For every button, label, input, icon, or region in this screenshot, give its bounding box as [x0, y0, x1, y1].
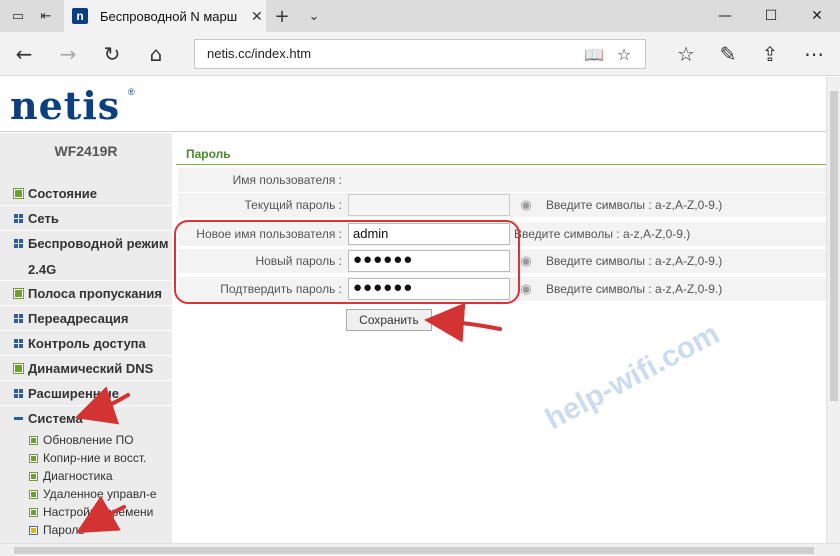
tab-actions-icon[interactable]: ▭ — [8, 6, 28, 26]
address-text: netis.cc/index.htm — [207, 46, 312, 61]
title-bar: ▭ ⇤ n Беспроводной N марш ✕ + ⌄ — ☐ ✕ — [0, 0, 840, 32]
close-window-icon[interactable]: ✕ — [794, 0, 840, 32]
model-name: WF2419R — [54, 143, 118, 159]
address-bar[interactable]: netis.cc/index.htm 📖 ☆ — [194, 39, 646, 69]
back-arrow-icon[interactable]: ← — [10, 41, 38, 67]
row-username: Имя пользователя : — [178, 168, 826, 192]
sidebar-item-forwarding[interactable]: Переадресация — [14, 311, 128, 326]
grid-icon — [14, 239, 23, 248]
tab-list-chevron-icon[interactable]: ⌄ — [304, 6, 324, 26]
sidebar-subitem-time[interactable]: Настройка времени — [29, 505, 153, 519]
eye-icon[interactable]: ◉ — [518, 197, 534, 213]
green-square-icon — [13, 363, 24, 374]
header-divider — [0, 131, 826, 132]
minimize-icon[interactable]: — — [702, 0, 748, 32]
netis-favicon-icon: n — [72, 8, 88, 24]
refresh-icon[interactable]: ↻ — [98, 41, 126, 67]
eye-icon[interactable]: ◉ — [518, 253, 534, 269]
eye-icon[interactable]: ◉ — [518, 281, 534, 297]
grid-icon — [14, 389, 23, 398]
home-icon[interactable]: ⌂ — [142, 41, 170, 67]
current-password-field[interactable] — [348, 194, 510, 216]
minus-icon — [14, 414, 23, 423]
forward-arrow-icon[interactable]: → — [54, 41, 82, 67]
netis-logo: netis — [10, 83, 121, 128]
confirm-password-hint: Введите символы : a-z,A-Z,0-9.) — [546, 282, 723, 296]
sidebar-subitem-password[interactable]: Пароль — [29, 523, 85, 537]
green-square-icon — [29, 453, 38, 463]
new-password-hint: Введите символы : a-z,A-Z,0-9.) — [546, 254, 723, 268]
horizontal-scroll-thumb[interactable] — [14, 547, 814, 554]
more-menu-icon[interactable]: ⋯ — [800, 41, 828, 67]
annotation-highlight-box — [174, 220, 520, 304]
grid-icon — [14, 214, 23, 223]
current-password-hint: Введите символы : a-z,A-Z,0-9.) — [546, 198, 723, 212]
sidebar-item-2-4g[interactable]: 2.4G — [28, 262, 56, 277]
reading-view-icon[interactable]: 📖 — [583, 43, 605, 65]
sidebar-subitem-diagnostics[interactable]: Диагностика — [29, 469, 113, 483]
grid-icon — [14, 314, 23, 323]
username-label: Имя пользователя : — [232, 173, 342, 187]
green-square-icon — [13, 188, 24, 199]
favorite-star-icon[interactable]: ☆ — [613, 43, 635, 65]
selected-square-icon — [29, 525, 38, 535]
new-username-hint: Введите символы : a-z,A-Z,0-9.) — [514, 227, 691, 241]
sidebar-subitem-backup[interactable]: Копир-ние и восст. — [29, 451, 146, 465]
close-tab-icon[interactable]: ✕ — [251, 8, 263, 25]
sidebar-item-advanced[interactable]: Расширенные — [14, 386, 119, 401]
vertical-scrollbar[interactable] — [826, 77, 840, 543]
vertical-scroll-thumb[interactable] — [830, 91, 838, 401]
green-square-icon — [13, 288, 24, 299]
green-square-icon — [29, 435, 38, 445]
page-title: Пароль — [186, 147, 231, 161]
new-tab-icon[interactable]: + — [272, 6, 292, 27]
current-password-label: Текущий пароль : — [244, 198, 342, 212]
back-to-tabs-icon[interactable]: ⇤ — [36, 6, 56, 26]
sidebar: WF2419R Состояние Сеть Беспроводной режи… — [0, 133, 172, 543]
nav-bar: ← → ↻ ⌂ netis.cc/index.htm 📖 ☆ ☆ ✎ ⇪ ⋯ — [0, 32, 840, 76]
row-current-password: Текущий пароль : ◉ Введите символы : a-z… — [178, 193, 826, 217]
save-button[interactable]: Сохранить — [346, 309, 432, 331]
green-square-icon — [29, 489, 38, 499]
grid-icon — [14, 339, 23, 348]
web-page: netis ® WF2419R Состояние Сеть Беспровод… — [0, 77, 826, 543]
watermark: help-wifi.com — [540, 317, 725, 437]
sidebar-item-status[interactable]: Состояние — [13, 186, 97, 201]
sidebar-item-wireless[interactable]: Беспроводной режим — [14, 236, 168, 251]
sidebar-item-access-control[interactable]: Контроль доступа — [14, 336, 146, 351]
favorites-hub-icon[interactable]: ☆ — [672, 41, 700, 67]
tab-active[interactable]: n Беспроводной N марш ✕ — [64, 0, 266, 32]
sidebar-subitem-remote[interactable]: Удаленное управл-е — [29, 487, 157, 501]
title-divider — [176, 164, 826, 165]
web-note-icon[interactable]: ✎ — [714, 41, 742, 67]
share-icon[interactable]: ⇪ — [756, 41, 784, 67]
maximize-icon[interactable]: ☐ — [748, 0, 794, 32]
logo-registered-mark: ® — [128, 87, 135, 97]
sidebar-subitem-firmware[interactable]: Обновление ПО — [29, 433, 134, 447]
green-square-icon — [29, 471, 38, 481]
sidebar-item-ddns[interactable]: Динамический DNS — [13, 361, 153, 376]
tab-title: Беспроводной N марш — [100, 8, 238, 24]
sidebar-item-bandwidth[interactable]: Полоса пропускания — [13, 286, 162, 301]
arrow-to-save — [424, 302, 502, 343]
sidebar-item-system[interactable]: Система — [14, 411, 83, 426]
sidebar-item-network[interactable]: Сеть — [14, 211, 59, 226]
horizontal-scrollbar[interactable] — [0, 543, 840, 556]
green-square-icon — [29, 507, 38, 517]
